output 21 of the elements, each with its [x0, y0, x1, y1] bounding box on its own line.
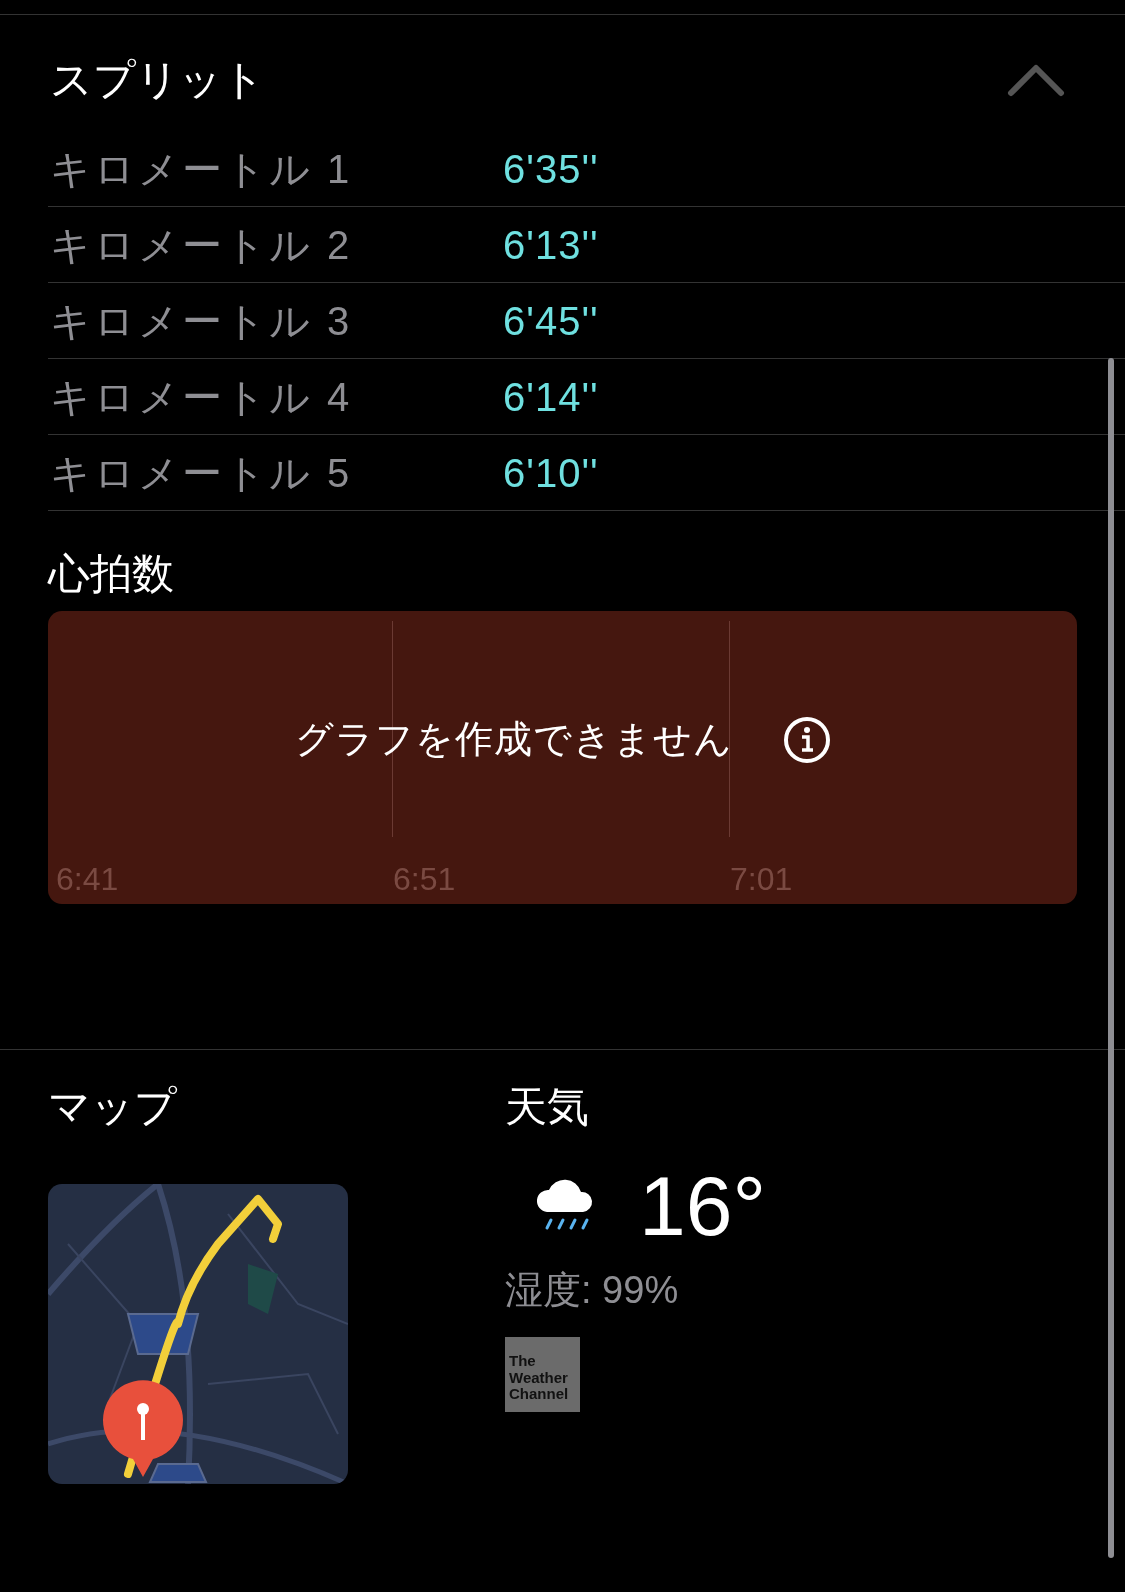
section-title: 天気 [505, 1086, 590, 1128]
info-icon[interactable] [782, 715, 831, 764]
split-pace: 6'10'' [503, 449, 599, 497]
section-title: 心拍数 [48, 553, 175, 595]
split-label: キロメートル 1 [49, 145, 354, 193]
chevron-icon[interactable] [1007, 63, 1065, 97]
temperature: 16° [639, 1164, 767, 1248]
split-pace: 6'14'' [503, 373, 599, 421]
provider-logo: The Weather Channel [505, 1337, 580, 1412]
split-pace: 6'35'' [503, 145, 599, 193]
chart-message: グラフを作成できません [294, 717, 733, 762]
split-label: キロメートル 2 [49, 221, 354, 269]
split-label: キロメートル 5 [49, 449, 354, 497]
split-label: キロメートル 4 [49, 373, 354, 421]
split-pace: 6'13'' [503, 221, 599, 269]
humidity-text: 湿度: 99% [505, 1268, 680, 1313]
split-pace: 6'45'' [503, 297, 599, 345]
section-title: マップ [48, 1086, 178, 1128]
section-title: スプリット [50, 59, 265, 101]
scrollbar[interactable] [1108, 358, 1114, 1558]
split-label: キロメートル 3 [49, 297, 354, 345]
